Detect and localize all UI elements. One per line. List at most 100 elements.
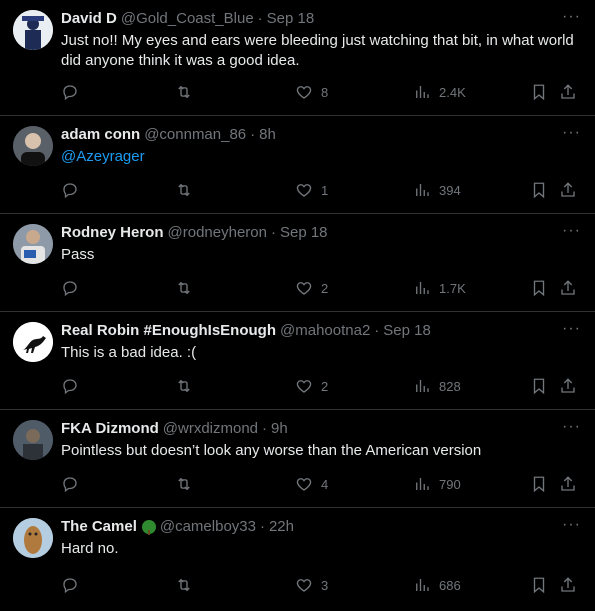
reply-button[interactable] xyxy=(61,279,79,297)
more-options-icon[interactable]: ··· xyxy=(562,419,581,435)
reply-button[interactable] xyxy=(61,475,79,493)
user-handle[interactable]: @mahootna2 xyxy=(280,321,370,341)
tweet-text: Pass xyxy=(61,246,95,263)
bookmark-button[interactable] xyxy=(530,279,548,297)
avatar[interactable] xyxy=(13,10,53,50)
reply-button[interactable] xyxy=(61,576,79,594)
like-button[interactable]: 3 xyxy=(295,576,328,594)
views-button[interactable]: 790 xyxy=(413,475,461,493)
like-button[interactable]: 8 xyxy=(295,83,328,101)
more-options-icon[interactable]: ··· xyxy=(562,9,581,25)
reply-feed: David D @Gold_Coast_Blue · Sep 18 ··· Ju… xyxy=(0,0,595,608)
share-button[interactable] xyxy=(559,181,577,199)
like-count: 2 xyxy=(321,280,329,296)
share-icon xyxy=(561,577,575,592)
timestamp[interactable]: Sep 18 xyxy=(280,223,328,243)
retweet-icon xyxy=(178,578,190,592)
tweet[interactable]: Rodney Heron @rodneyheron · Sep 18 ··· P… xyxy=(0,214,595,312)
views-button[interactable]: 828 xyxy=(413,377,461,395)
separator-dot: · xyxy=(270,224,276,241)
views-button[interactable]: 394 xyxy=(413,181,461,199)
bookmark-button[interactable] xyxy=(530,475,548,493)
tweet[interactable]: Real Robin #EnoughIsEnough @mahootna2 · … xyxy=(0,312,595,410)
avatar[interactable] xyxy=(13,518,53,558)
more-options-icon[interactable]: ··· xyxy=(562,321,581,337)
display-name[interactable]: Real Robin #EnoughIsEnough xyxy=(61,321,276,341)
user-handle[interactable]: @rodneyheron xyxy=(168,223,267,243)
tweet-header: FKA Dizmond @wrxdizmond · 9h xyxy=(61,419,581,439)
view-count: 394 xyxy=(439,182,461,198)
bookmark-button[interactable] xyxy=(530,377,548,395)
bookmark-button[interactable] xyxy=(530,83,548,101)
reply-button[interactable] xyxy=(61,83,79,101)
retweet-button[interactable] xyxy=(175,377,193,395)
timestamp[interactable]: 8h xyxy=(259,125,276,145)
timestamp[interactable]: Sep 18 xyxy=(267,9,315,29)
tweet-header: adam conn @connman_86 · 8h xyxy=(61,125,581,145)
display-name[interactable]: FKA Dizmond xyxy=(61,419,159,439)
share-button[interactable] xyxy=(559,475,577,493)
timestamp[interactable]: 9h xyxy=(271,419,288,439)
views-icon xyxy=(416,282,429,294)
bookmark-icon xyxy=(533,84,545,101)
share-icon xyxy=(561,280,575,295)
tweet[interactable]: The Camel @camelboy33 · 22h ··· Hard no.… xyxy=(0,508,595,608)
views-button[interactable]: 686 xyxy=(413,576,461,594)
tweet[interactable]: FKA Dizmond @wrxdizmond · 9h ··· Pointle… xyxy=(0,410,595,508)
display-name[interactable]: adam conn xyxy=(61,125,140,145)
user-handle[interactable]: @Gold_Coast_Blue xyxy=(121,9,254,29)
views-button[interactable]: 1.7K xyxy=(413,279,466,297)
avatar[interactable] xyxy=(13,224,53,264)
tweet-header: Rodney Heron @rodneyheron · Sep 18 xyxy=(61,223,581,243)
tweet[interactable]: David D @Gold_Coast_Blue · Sep 18 ··· Ju… xyxy=(0,0,595,116)
tweet[interactable]: adam conn @connman_86 · 8h ··· @Azeyrage… xyxy=(0,116,595,214)
more-options-icon[interactable]: ··· xyxy=(562,125,581,141)
like-button[interactable]: 2 xyxy=(295,377,328,395)
more-options-icon[interactable]: ··· xyxy=(562,223,581,239)
retweet-button[interactable] xyxy=(175,279,193,297)
share-button[interactable] xyxy=(559,83,577,101)
share-button[interactable] xyxy=(559,279,577,297)
like-button[interactable]: 2 xyxy=(295,279,328,297)
view-count: 686 xyxy=(439,577,461,593)
like-button[interactable]: 1 xyxy=(295,181,328,199)
user-handle[interactable]: @wrxdizmond xyxy=(163,419,258,439)
retweet-button[interactable] xyxy=(175,83,193,101)
views-icon xyxy=(416,86,429,98)
reply-button[interactable] xyxy=(61,181,79,199)
separator-dot: · xyxy=(257,10,263,27)
share-icon xyxy=(561,378,575,393)
views-icon xyxy=(416,184,429,196)
display-name[interactable]: Rodney Heron xyxy=(61,223,164,243)
tweet-text: Pointless but doesn’t look any worse tha… xyxy=(61,442,482,459)
like-count: 1 xyxy=(321,182,329,198)
timestamp[interactable]: 22h xyxy=(269,517,294,537)
share-button[interactable] xyxy=(559,576,577,594)
avatar[interactable] xyxy=(13,420,53,460)
bookmark-button[interactable] xyxy=(530,576,548,594)
retweet-button[interactable] xyxy=(175,181,193,199)
view-count: 828 xyxy=(439,378,461,394)
reply-icon xyxy=(63,183,77,199)
views-icon xyxy=(416,478,429,490)
mention-link[interactable]: @Azeyrager xyxy=(61,147,581,167)
like-button[interactable]: 4 xyxy=(295,475,328,493)
avatar[interactable] xyxy=(13,322,53,362)
retweet-button[interactable] xyxy=(175,576,193,594)
user-handle[interactable]: @connman_86 xyxy=(144,125,246,145)
avatar[interactable] xyxy=(13,126,53,166)
reply-button[interactable] xyxy=(61,377,79,395)
heart-icon xyxy=(296,184,312,197)
display-name[interactable]: The Camel xyxy=(61,517,137,537)
share-button[interactable] xyxy=(559,377,577,395)
bookmark-button[interactable] xyxy=(530,181,548,199)
display-name[interactable]: David D xyxy=(61,9,117,29)
view-count: 2.4K xyxy=(439,84,466,100)
views-button[interactable]: 2.4K xyxy=(413,83,466,101)
user-handle[interactable]: @camelboy33 xyxy=(160,517,256,537)
share-icon xyxy=(561,476,575,491)
timestamp[interactable]: Sep 18 xyxy=(383,321,431,341)
retweet-button[interactable] xyxy=(175,475,193,493)
more-options-icon[interactable]: ··· xyxy=(562,517,581,533)
bookmark-icon xyxy=(533,182,545,199)
